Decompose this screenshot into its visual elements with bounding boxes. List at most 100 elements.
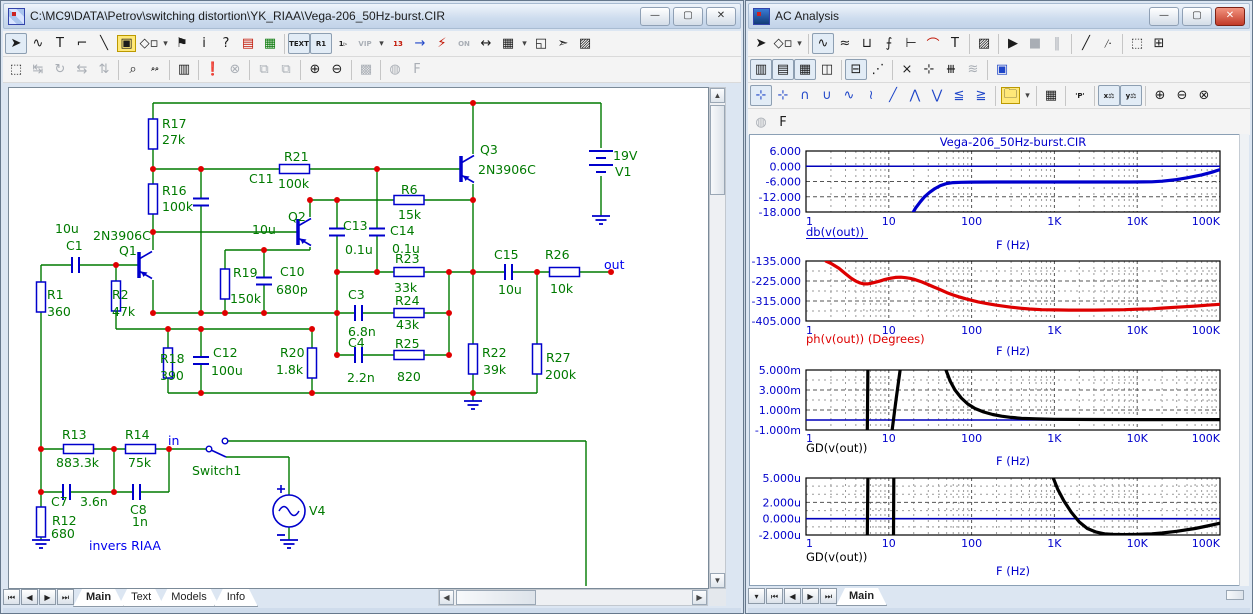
text-tool-icon[interactable]: T <box>49 33 71 54</box>
tag-horizontal-tool-icon[interactable]: ⧻ <box>940 59 962 80</box>
schematic-vertical-scrollbar[interactable]: ▲ ▼ <box>709 87 726 589</box>
info-tool-icon[interactable]: i <box>193 33 215 54</box>
data-points-tool-icon[interactable]: ▦ <box>1040 85 1062 106</box>
schematic-canvas[interactable]: R1727kR16100kC1110uR21100k10uC12N3906CQ1… <box>8 87 709 589</box>
top-envelope-tool-icon[interactable]: ≧ <box>970 85 992 106</box>
global-high-tool-icon[interactable]: ⋀ <box>904 85 926 106</box>
step-back-tool-icon[interactable]: ⧉ <box>253 59 275 80</box>
text-visibility-toggle-icon[interactable]: TEXT <box>288 33 310 54</box>
plot-area[interactable]: 6.0000.000-6.000-12.000-18.0001101001K10… <box>749 134 1249 586</box>
find-component-tool-icon[interactable]: ⌕ <box>122 59 144 80</box>
help-mode-tool-icon[interactable]: ? <box>215 33 237 54</box>
vscroll-thumb[interactable] <box>710 105 725 195</box>
horizontal-grid-toggle-icon[interactable]: ▤ <box>772 59 794 80</box>
attribute-visibility-toggle-icon[interactable]: R1 <box>310 33 332 54</box>
low-tool-icon[interactable]: ≀ <box>860 85 882 106</box>
measure-tool-icon[interactable]: ↔ <box>475 33 497 54</box>
stretch-tool-icon[interactable]: ↹ <box>27 59 49 80</box>
minimize-button[interactable]: — <box>1149 7 1179 26</box>
curve-name-label[interactable]: GD(v(out)) <box>806 550 867 564</box>
curve-name-label[interactable]: db(v(out)) <box>806 225 864 239</box>
right-titlebar[interactable]: AC Analysis — ▢ ✕ <box>748 3 1250 29</box>
close-button[interactable]: ✕ <box>1215 7 1245 26</box>
stop-button-icon[interactable]: ■ <box>1024 33 1046 54</box>
font-tool-icon[interactable]: F <box>406 59 428 80</box>
cursor-right-tool-icon[interactable]: ⊹ <box>772 85 794 106</box>
zoom-in-tool-icon[interactable]: ⊕ <box>304 59 326 80</box>
line-tool-icon[interactable]: ╲ <box>93 33 115 54</box>
scale-mode-tool-icon[interactable]: ∿ <box>812 33 834 54</box>
tab-main[interactable]: Main <box>836 588 887 606</box>
split-window-tool-icon[interactable]: ◱ <box>530 33 552 54</box>
model-viewer-tool-icon[interactable]: ▥ <box>173 59 195 80</box>
close-button[interactable]: ✕ <box>706 7 736 26</box>
tab-scroll-stub[interactable] <box>1226 590 1244 600</box>
scroll-down-arrow[interactable]: ▼ <box>710 573 725 588</box>
maximize-button[interactable]: ▢ <box>673 7 703 26</box>
page-nav-button[interactable]: ⏭ <box>57 589 74 605</box>
scroll-up-arrow[interactable]: ▲ <box>710 88 725 103</box>
help-ball-tool-icon[interactable]: ◍ <box>384 59 406 80</box>
shape-tool-icon[interactable]: ◇▫ <box>138 33 160 54</box>
measure-h-tool-icon[interactable]: ⊔ <box>856 33 878 54</box>
pan-tool-icon[interactable]: ▩ <box>355 59 377 80</box>
maximize-button[interactable]: ▢ <box>1182 7 1212 26</box>
vip-dropdown-icon[interactable]: ▾ <box>376 33 387 54</box>
box-select-tool-icon[interactable]: ⬚ <box>5 59 27 80</box>
pause-button-icon[interactable]: ‖ <box>1046 33 1068 54</box>
on-state-toggle-icon[interactable]: ON <box>453 33 475 54</box>
wire-tool-icon[interactable]: ∿ <box>27 33 49 54</box>
select-box-tool-icon[interactable]: ⬚ <box>1126 33 1148 54</box>
flag-tool-icon[interactable]: ⚑ <box>171 33 193 54</box>
slope-tool-icon[interactable]: ⋰ <box>867 59 889 80</box>
go-to-x-tool-icon[interactable]: ⨯ <box>896 59 918 80</box>
scroll-left-arrow[interactable]: ◀ <box>439 590 454 605</box>
schematic-horizontal-scrollbar[interactable]: ◀ ▶ <box>438 589 708 606</box>
zoom-auto-tool-icon[interactable]: ⊗ <box>1193 85 1215 106</box>
page-nav-button[interactable]: ▾ <box>748 588 765 604</box>
vertical-grid-toggle-icon[interactable]: ▥ <box>750 59 772 80</box>
measure-v-tool-icon[interactable]: ⨍ <box>878 33 900 54</box>
global-low-tool-icon[interactable]: ⋁ <box>926 85 948 106</box>
shape-tool-icon[interactable]: ◇▫ <box>772 33 794 54</box>
grid-toggle-icon[interactable]: ▦ <box>497 33 519 54</box>
color-grid-tool-icon[interactable]: ▦ <box>259 33 281 54</box>
slope-toggle-icon[interactable]: 13 <box>387 33 409 54</box>
tab-models[interactable]: Models <box>158 589 219 607</box>
help-ball-tool-icon[interactable]: ◍ <box>750 112 772 133</box>
page-nav-button[interactable]: ▶ <box>802 588 819 604</box>
select-tool-icon[interactable]: ➤ <box>750 33 772 54</box>
clear-errors-tool-icon[interactable]: ⊗ <box>224 59 246 80</box>
cursor-info-tool-icon[interactable]: ➣ <box>552 33 574 54</box>
zoom-out-tool-icon[interactable]: ⊖ <box>326 59 348 80</box>
cursor-mode-tool-icon[interactable]: ≈ <box>834 33 856 54</box>
y-scale-tool-icon[interactable]: y⚖ <box>1120 85 1142 106</box>
clip-art-tool-icon[interactable]: 🗀 <box>1001 87 1020 104</box>
rotate-tool-icon[interactable]: ↻ <box>49 59 71 80</box>
properties-tool-icon[interactable]: ▨ <box>574 33 596 54</box>
line-tool-icon[interactable]: ╱ <box>1075 33 1097 54</box>
page-nav-button[interactable]: ▶ <box>39 589 56 605</box>
ortho-wire-tool-icon[interactable]: ⌐ <box>71 33 93 54</box>
left-titlebar[interactable]: C:\MC9\DATA\Petrov\switching distortion\… <box>3 3 741 29</box>
minimize-button[interactable]: — <box>640 7 670 26</box>
vip-mode-toggle-icon[interactable]: VIP <box>354 33 376 54</box>
panel-toggle-icon[interactable]: ⊟ <box>845 59 867 80</box>
plot-scroll-track[interactable] <box>1239 134 1249 586</box>
peak-tool-icon[interactable]: ∩ <box>794 85 816 106</box>
dot-grid-toggle-icon[interactable]: ◫ <box>816 59 838 80</box>
curve-name-label[interactable]: GD(v(out)) <box>806 441 867 455</box>
zoom-out-tool-icon[interactable]: ⊖ <box>1171 85 1193 106</box>
step-forward-tool-icon[interactable]: ⧉ <box>275 59 297 80</box>
scroll-right-arrow[interactable]: ▶ <box>692 590 707 605</box>
valley-tool-icon[interactable]: ∪ <box>816 85 838 106</box>
waveform-buffer-tool-icon[interactable]: ≋ <box>962 59 984 80</box>
font-tool-icon[interactable]: F <box>772 112 794 133</box>
clip-art-dropdown-icon[interactable]: ▾ <box>1022 85 1033 106</box>
tag-left-tool-icon[interactable]: ⊹ <box>918 59 940 80</box>
shape-dropdown-icon[interactable]: ▾ <box>794 33 805 54</box>
current-direction-toggle-icon[interactable]: → <box>409 33 431 54</box>
high-tool-icon[interactable]: ∿ <box>838 85 860 106</box>
polyline-tool-icon[interactable]: ╱· <box>1097 33 1119 54</box>
tab-info[interactable]: Info <box>214 589 258 607</box>
